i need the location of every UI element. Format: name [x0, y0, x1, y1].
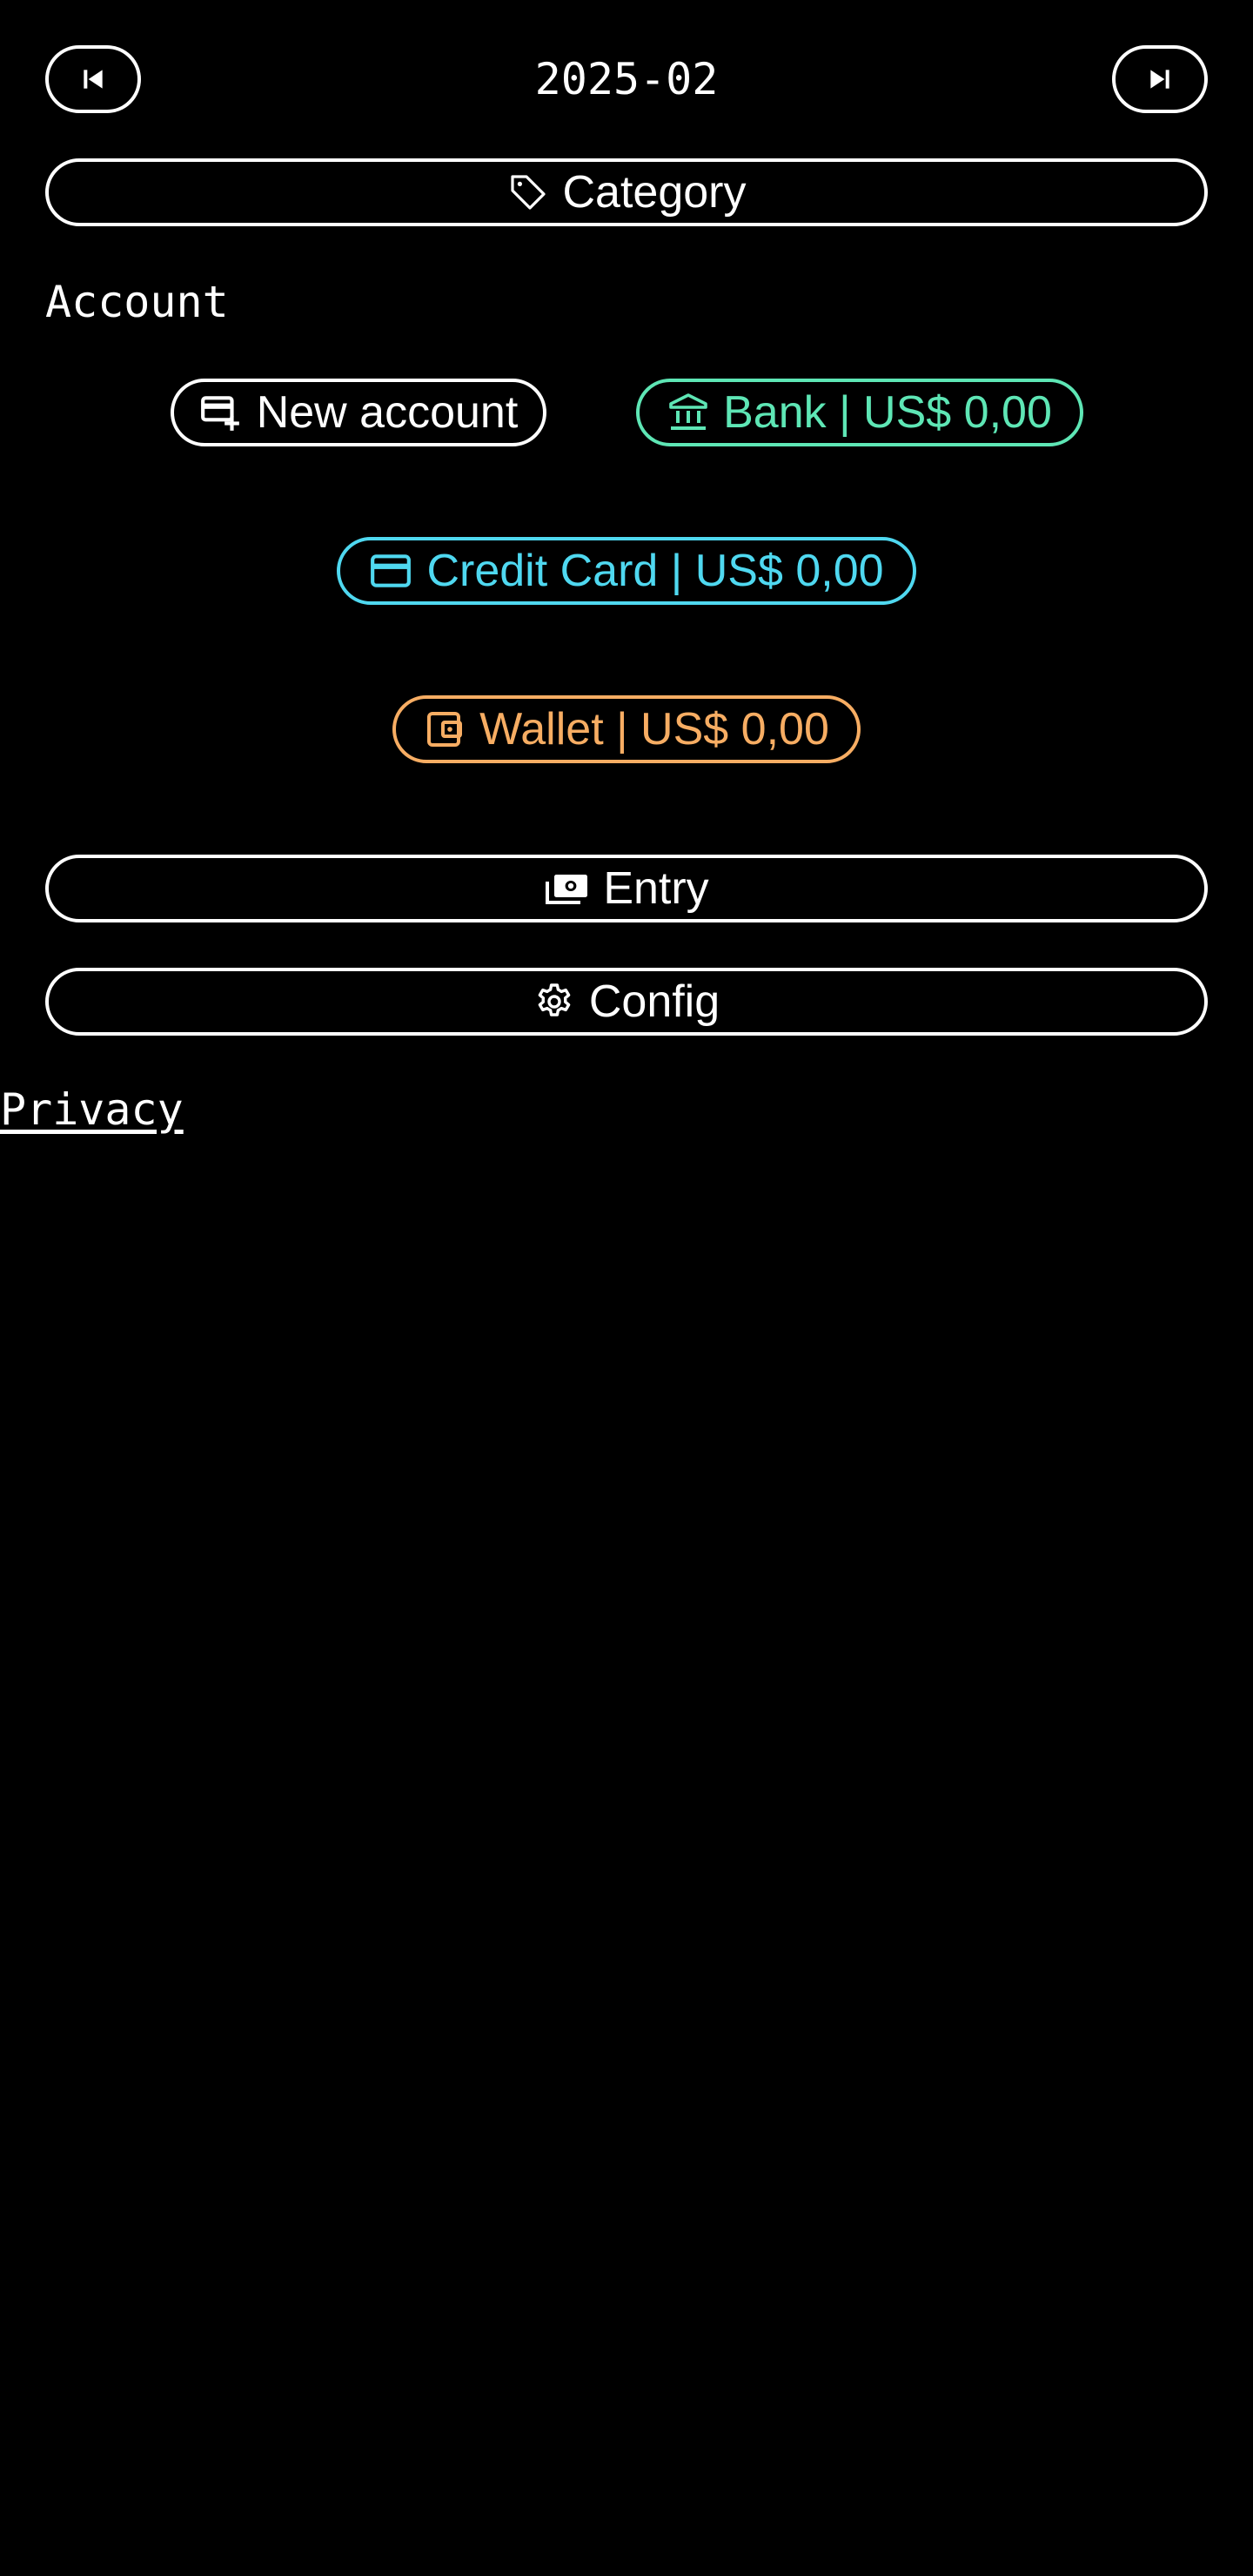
account-wallet-button[interactable]: Wallet | US$ 0,00	[392, 695, 861, 763]
account-credit-card-button[interactable]: Credit Card | US$ 0,00	[337, 537, 916, 605]
new-account-label: New account	[256, 387, 519, 438]
config-label: Config	[588, 976, 720, 1027]
privacy-link[interactable]: Privacy	[0, 1084, 184, 1135]
wallet-icon	[424, 708, 466, 750]
category-button[interactable]: Category	[45, 158, 1208, 226]
account-wallet-label: Wallet | US$ 0,00	[479, 704, 829, 755]
tag-icon	[507, 171, 549, 213]
credit-card-icon	[369, 549, 412, 593]
category-label: Category	[562, 167, 747, 218]
entry-button[interactable]: Entry	[45, 855, 1208, 922]
next-month-button[interactable]	[1112, 45, 1208, 113]
entry-label: Entry	[603, 863, 709, 914]
account-bank-button[interactable]: Bank | US$ 0,00	[636, 379, 1083, 446]
account-credit-card-label: Credit Card | US$ 0,00	[426, 546, 884, 596]
new-account-button[interactable]: New account	[171, 379, 546, 446]
cash-icon	[544, 868, 589, 909]
config-button[interactable]: Config	[45, 968, 1208, 1036]
gear-icon	[533, 981, 575, 1023]
bank-icon	[667, 392, 709, 433]
period-label: 2025-02	[534, 54, 719, 104]
skip-next-icon	[1146, 65, 1174, 93]
account-bank-label: Bank | US$ 0,00	[723, 387, 1052, 438]
card-plus-icon	[199, 391, 243, 434]
account-section-title: Account	[45, 277, 229, 327]
